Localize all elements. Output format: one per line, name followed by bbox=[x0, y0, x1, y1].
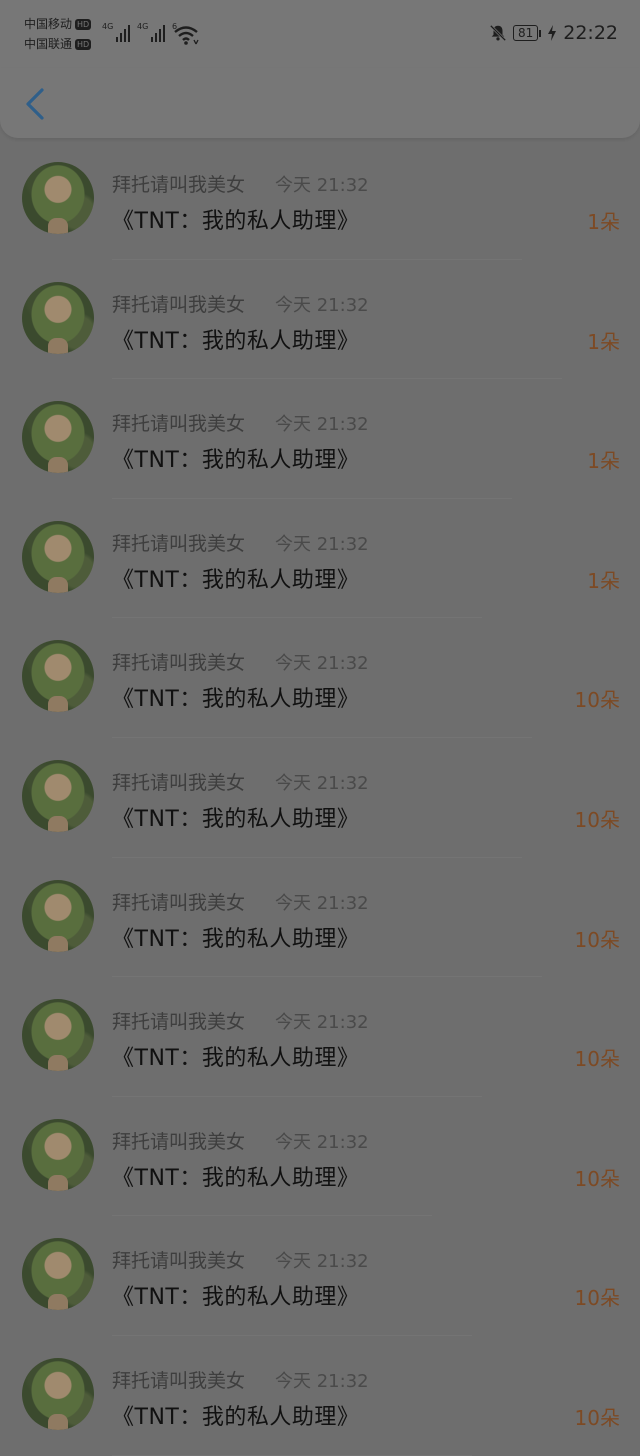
message-text: 《TNT：我的私人助理》 bbox=[112, 1046, 360, 1072]
navigation-bar bbox=[0, 68, 640, 138]
message-text: 《TNT：我的私人助理》 bbox=[112, 567, 360, 593]
sender-name: 拜托请叫我美女 bbox=[112, 891, 246, 914]
gift-amount: 1朵 bbox=[587, 329, 620, 354]
gift-amount: 10朵 bbox=[574, 688, 620, 713]
message-text: 《TNT：我的私人助理》 bbox=[112, 926, 360, 952]
sender-name: 拜托请叫我美女 bbox=[112, 771, 246, 794]
message-time: 今天 21:32 bbox=[275, 892, 369, 914]
message-text: 《TNT：我的私人助理》 bbox=[112, 1165, 360, 1191]
list-item[interactable]: 拜托请叫我美女 今天 21:32 《TNT：我的私人助理》 10朵 bbox=[0, 1336, 640, 1456]
status-bar: 中国移动 HD 中国联通 HD 4G 4G 6 81 22:22 bbox=[0, 0, 640, 68]
message-time: 今天 21:32 bbox=[275, 1370, 369, 1392]
message-text: 《TNT：我的私人助理》 bbox=[112, 209, 360, 234]
avatar[interactable] bbox=[22, 1357, 94, 1430]
gift-amount: 1朵 bbox=[587, 210, 620, 234]
list-item[interactable]: 拜托请叫我美女 今天 21:32 《TNT：我的私人助理》 10朵 bbox=[0, 1097, 640, 1217]
avatar[interactable] bbox=[22, 1118, 94, 1191]
sender-name: 拜托请叫我美女 bbox=[112, 1250, 246, 1273]
carrier-2-name: 中国联通 bbox=[24, 37, 73, 51]
carrier-1: 中国移动 HD bbox=[24, 17, 92, 31]
hd-badge-1: HD bbox=[75, 19, 92, 30]
list-item[interactable]: 拜托请叫我美女 今天 21:32 《TNT：我的私人助理》 10朵 bbox=[0, 858, 640, 978]
carrier-1-name: 中国移动 bbox=[24, 17, 73, 31]
bell-muted-icon bbox=[489, 24, 507, 42]
message-time: 今天 21:32 bbox=[275, 1012, 369, 1034]
avatar[interactable] bbox=[22, 1238, 94, 1311]
list-item[interactable]: 拜托请叫我美女 今天 21:32 《TNT：我的私人助理》 10朵 bbox=[0, 618, 640, 738]
charging-icon bbox=[548, 25, 557, 41]
message-text: 《TNT：我的私人助理》 bbox=[112, 448, 360, 474]
message-time: 今天 21:32 bbox=[275, 294, 369, 316]
gift-message-list: 拜托请叫我美女 今天 21:32 《TNT：我的私人助理》 1朵 拜托请叫我美女… bbox=[0, 140, 640, 1456]
status-right: 81 22:22 bbox=[489, 22, 618, 44]
avatar[interactable] bbox=[22, 640, 94, 713]
list-item[interactable]: 拜托请叫我美女 今天 21:32 《TNT：我的私人助理》 10朵 bbox=[0, 738, 640, 858]
avatar[interactable] bbox=[22, 162, 94, 234]
gift-amount: 10朵 bbox=[574, 1166, 620, 1191]
signal-icon-1: 4G bbox=[102, 22, 131, 42]
sender-name: 拜托请叫我美女 bbox=[112, 1011, 246, 1034]
carrier-2: 中国联通 HD bbox=[24, 37, 92, 51]
list-item[interactable]: 拜托请叫我美女 今天 21:32 《TNT：我的私人助理》 10朵 bbox=[0, 977, 640, 1097]
avatar[interactable] bbox=[22, 759, 94, 832]
gift-amount: 1朵 bbox=[587, 568, 620, 593]
sender-name: 拜托请叫我美女 bbox=[112, 532, 246, 555]
network-type-2: 4G bbox=[137, 22, 149, 31]
sender-name: 拜托请叫我美女 bbox=[112, 413, 246, 436]
avatar[interactable] bbox=[22, 999, 94, 1072]
gift-amount: 10朵 bbox=[574, 927, 620, 952]
list-item[interactable]: 拜托请叫我美女 今天 21:32 《TNT：我的私人助理》 1朵 bbox=[0, 499, 640, 619]
list-item[interactable]: 拜托请叫我美女 今天 21:32 《TNT：我的私人助理》 1朵 bbox=[0, 379, 640, 499]
gift-amount: 1朵 bbox=[587, 449, 620, 474]
list-item[interactable]: 拜托请叫我美女 今天 21:32 《TNT：我的私人助理》 1朵 bbox=[0, 260, 640, 380]
message-time: 今天 21:32 bbox=[275, 653, 369, 675]
battery-icon: 81 bbox=[512, 25, 542, 41]
avatar[interactable] bbox=[22, 401, 94, 474]
avatar[interactable] bbox=[22, 520, 94, 593]
gift-amount: 10朵 bbox=[574, 1047, 620, 1072]
list-item[interactable]: 拜托请叫我美女 今天 21:32 《TNT：我的私人助理》 1朵 bbox=[0, 140, 640, 260]
sender-name: 拜托请叫我美女 bbox=[112, 293, 246, 316]
message-text: 《TNT：我的私人助理》 bbox=[112, 687, 360, 713]
sender-name: 拜托请叫我美女 bbox=[112, 1369, 246, 1392]
message-text: 《TNT：我的私人助理》 bbox=[112, 806, 360, 832]
message-text: 《TNT：我的私人助理》 bbox=[112, 1285, 360, 1311]
gift-amount: 10朵 bbox=[574, 1405, 620, 1430]
message-text: 《TNT：我的私人助理》 bbox=[112, 328, 360, 354]
sender-name: 拜托请叫我美女 bbox=[112, 174, 246, 196]
message-time: 今天 21:32 bbox=[275, 772, 369, 794]
sender-name: 拜托请叫我美女 bbox=[112, 1130, 246, 1153]
gift-amount: 10朵 bbox=[574, 807, 620, 832]
message-time: 今天 21:32 bbox=[275, 1131, 369, 1153]
status-time: 22:22 bbox=[563, 22, 618, 44]
message-time: 今天 21:32 bbox=[275, 175, 369, 196]
avatar[interactable] bbox=[22, 281, 94, 354]
battery-level: 81 bbox=[512, 25, 539, 41]
message-time: 今天 21:32 bbox=[275, 1251, 369, 1273]
message-text: 《TNT：我的私人助理》 bbox=[112, 1404, 360, 1430]
network-type-1: 4G bbox=[102, 22, 114, 31]
wifi-label: 6 bbox=[172, 22, 178, 31]
chevron-left-icon[interactable] bbox=[22, 86, 48, 122]
message-time: 今天 21:32 bbox=[275, 414, 369, 436]
wifi-icon: 6 bbox=[172, 22, 200, 50]
hd-badge-2: HD bbox=[75, 39, 92, 50]
sender-name: 拜托请叫我美女 bbox=[112, 652, 246, 675]
signal-icon-2: 4G bbox=[137, 22, 166, 42]
divider bbox=[112, 1454, 472, 1456]
gift-amount: 10朵 bbox=[574, 1286, 620, 1311]
message-time: 今天 21:32 bbox=[275, 533, 369, 555]
list-item[interactable]: 拜托请叫我美女 今天 21:32 《TNT：我的私人助理》 10朵 bbox=[0, 1216, 640, 1336]
avatar[interactable] bbox=[22, 879, 94, 952]
